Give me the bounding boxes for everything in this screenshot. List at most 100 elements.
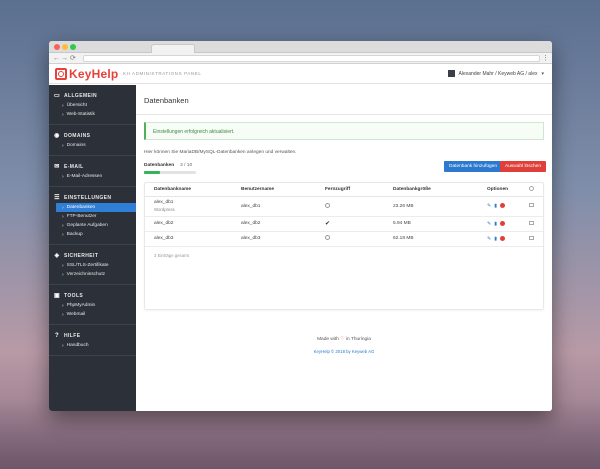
chevron-right-icon: › <box>62 173 64 180</box>
cell-db-name: alex_db1 Wordpress <box>145 196 237 217</box>
sidebar-item[interactable]: › Verzeichnisschutz <box>49 270 136 279</box>
sidebar-item[interactable]: › E-Mail-Adressen <box>49 172 136 181</box>
cell-db-user: alex_db2 <box>237 216 321 232</box>
edit-icon[interactable]: ✎ <box>487 203 491 209</box>
db-name: alex_db2 <box>154 221 174 226</box>
db-name: alex_db1 <box>154 200 174 205</box>
sidebar-item-label: Datenbanken <box>66 205 96 210</box>
sidebar-section-label: EINSTELLUNGEN <box>64 194 112 201</box>
database-table: Datenbankname Benutzername Fernzugriff D… <box>145 183 543 247</box>
sidebar-item-label: Verzeichnisschutz <box>66 272 106 277</box>
table-count: 3 Einträge gesamt <box>154 252 189 258</box>
cell-select <box>524 231 543 247</box>
sidebar-item[interactable]: › PhpMyAdmin <box>49 301 136 310</box>
edit-icon[interactable]: ✎ <box>487 236 491 242</box>
sidebar-section-label: SICHERHEIT <box>64 252 99 259</box>
envelope-icon: ✉ <box>54 164 60 170</box>
forward-arrow-icon[interactable]: → <box>61 53 68 64</box>
sidebar-item[interactable]: › Domains <box>49 141 136 150</box>
sidebar-divider <box>49 186 136 187</box>
chevron-right-icon: › <box>62 262 64 269</box>
table-row: alex_db2 alex_db2 ✔ 5.94 MB ✎ ▮ <box>145 216 543 232</box>
sidebar-item-label: Domains <box>66 143 86 148</box>
maximize-window-button[interactable] <box>70 44 76 50</box>
sidebar-item[interactable]: › Handbuch <box>49 341 136 350</box>
sliders-icon: ☰ <box>54 195 60 201</box>
sidebar-item-label: Webmail <box>66 312 86 317</box>
add-database-button[interactable]: Datenbank hinzufügen <box>443 161 502 172</box>
chevron-down-icon: ▾ <box>541 70 544 77</box>
col-header-options: Optionen <box>483 183 525 197</box>
sidebar-item-label: FTP-Benutzer <box>66 214 97 219</box>
database-table-card: Datenbankname Benutzername Fernzugriff D… <box>144 182 544 310</box>
footer-copyright-link[interactable]: KeyHelp © 2018 by Keyweb AG <box>136 349 552 354</box>
sidebar-section-1: ◉ DOMAINS <box>49 130 136 141</box>
col-header-name[interactable]: Datenbankname <box>145 183 237 197</box>
browser-menu-icon[interactable]: ⋮ <box>542 53 549 64</box>
address-bar[interactable] <box>83 55 540 62</box>
browser-tab[interactable] <box>151 44 195 53</box>
cell-options: ✎ ▮ <box>483 231 525 247</box>
database-icon[interactable]: ▮ <box>494 221 497 227</box>
col-header-size[interactable]: Datenbankgröße <box>389 183 483 197</box>
database-icon[interactable]: ▮ <box>494 236 497 242</box>
select-checkbox[interactable] <box>528 235 534 240</box>
briefcase-icon: ▣ <box>54 293 61 299</box>
delete-icon[interactable] <box>499 203 505 209</box>
delete-icon[interactable] <box>499 235 505 241</box>
select-all-icon[interactable] <box>528 185 534 191</box>
sidebar: ▭ ALLGEMEIN › Übersicht › Web-Statistik ◉ DOMAI… <box>49 85 136 411</box>
quota-progress-bar <box>144 171 196 174</box>
reload-icon[interactable]: ⟳ <box>70 53 76 64</box>
sidebar-item-label: E-Mail-Adressen <box>66 174 103 179</box>
minimize-window-button[interactable] <box>62 44 68 50</box>
cell-remote <box>321 196 389 217</box>
sidebar-item[interactable]: › SSL/TLS-Zertifikate <box>49 261 136 270</box>
app-header: KeyHelp KH ADMINISTRATIONS PANEL Alexand… <box>49 64 552 84</box>
select-checkbox[interactable] <box>528 203 534 208</box>
sidebar-section-6: ? HILFE <box>49 330 136 341</box>
logo-text: KeyHelp <box>69 67 119 81</box>
table-row: alex_db3 alex_db3 62.18 MB ✎ ▮ <box>145 231 543 247</box>
chevron-right-icon: › <box>62 102 64 109</box>
quota-title: Datenbanken <box>144 163 175 168</box>
quota-progress-fill <box>144 171 160 174</box>
sidebar-item[interactable]: › Übersicht <box>49 101 136 110</box>
chevron-right-icon: › <box>62 213 64 220</box>
heart-icon: ♡ <box>340 337 345 342</box>
sidebar-item[interactable]: › Geplante Aufgaben <box>49 221 136 230</box>
col-header-select <box>524 183 543 197</box>
sidebar-section-label: TOOLS <box>64 292 84 299</box>
cell-size: 62.18 MB <box>389 231 483 247</box>
panel-name: KH ADMINISTRATIONS PANEL <box>123 71 202 76</box>
sidebar-item[interactable]: › Webmail <box>49 310 136 319</box>
delete-selection-button[interactable]: Auswahl löschen <box>500 161 546 172</box>
chevron-right-icon: › <box>62 111 64 118</box>
remote-off-icon <box>325 235 330 240</box>
user-label: Alexander Mahr / Keyweb AG / alex <box>458 70 538 77</box>
col-header-user[interactable]: Benutzername <box>237 183 321 197</box>
sidebar-item[interactable]: › Datenbanken <box>56 203 136 212</box>
footer-made-prefix: Made with <box>317 337 339 342</box>
sidebar-item[interactable]: › Web-Statistik <box>49 110 136 119</box>
sidebar-item-label: Backup <box>66 232 83 237</box>
edit-icon[interactable]: ✎ <box>487 221 491 227</box>
col-header-remote[interactable]: Fernzugriff <box>321 183 389 197</box>
sidebar-section-3: ☰ EINSTELLUNGEN <box>49 192 136 203</box>
cell-db-name: alex_db3 <box>145 231 237 247</box>
sidebar-item[interactable]: › Backup <box>49 230 136 239</box>
cell-size: 5.94 MB <box>389 216 483 232</box>
user-menu[interactable]: Alexander Mahr / Keyweb AG / alex ▾ <box>447 70 544 77</box>
delete-icon[interactable] <box>499 220 505 226</box>
database-icon[interactable]: ▮ <box>494 203 497 209</box>
monitor-icon: ▭ <box>54 93 61 99</box>
sidebar-section-label: HILFE <box>64 332 81 339</box>
chevron-right-icon: › <box>62 204 64 211</box>
back-arrow-icon[interactable]: ← <box>53 53 60 64</box>
keyhelp-logo[interactable]: KeyHelp <box>55 67 118 81</box>
sidebar-section-label: ALLGEMEIN <box>64 92 98 99</box>
main-content: Datenbanken Einstellungen erfolgreich ak… <box>136 85 552 411</box>
select-checkbox[interactable] <box>528 220 534 225</box>
close-window-button[interactable] <box>54 44 60 50</box>
sidebar-item[interactable]: › FTP-Benutzer <box>49 212 136 221</box>
